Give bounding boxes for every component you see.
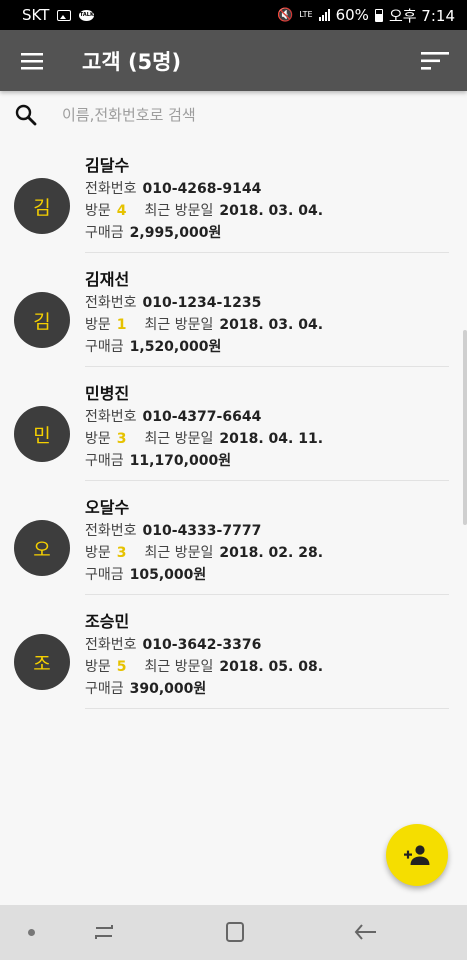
phone-number: 010-4377-6644 — [142, 409, 262, 425]
recent-visit-date: 2018. 05. 08. — [219, 659, 324, 675]
phone-number: 010-1234-1235 — [142, 295, 262, 311]
recent-visit-date: 2018. 04. 11. — [219, 431, 324, 447]
kakaotalk-notification-icon: TALK — [79, 9, 95, 21]
mute-icon: 🔇 — [277, 7, 294, 23]
customer-info: 김달수 전화번호 010-4268-9144 방문 4 최근 방문일 2018. 03.… — [85, 154, 323, 244]
customer-item[interactable]: 오 오달수 전화번호 010-4333-7777 방문 3 최근 방문일 2018. 0… — [0, 481, 467, 595]
purchase-amount: 390,000원 — [129, 681, 207, 697]
clock: 오후 7:14 — [388, 6, 455, 25]
visit-count: 1 — [116, 317, 127, 333]
back-icon[interactable] — [352, 919, 380, 945]
scrollbar[interactable] — [463, 330, 467, 525]
customer-info: 오달수 전화번호 010-4333-7777 방문 3 최근 방문일 2018. 02.… — [85, 496, 323, 586]
nav-dot-indicator[interactable] — [28, 929, 35, 936]
visits-label: 방문 — [85, 431, 111, 447]
visit-count: 3 — [116, 545, 127, 561]
system-nav-bar — [0, 905, 467, 960]
visits-label: 방문 — [85, 659, 111, 675]
customer-info: 김재선 전화번호 010-1234-1235 방문 1 최근 방문일 2018. 03.… — [85, 268, 323, 358]
recent-visit-label: 최근 방문일 — [144, 203, 214, 219]
add-person-icon — [404, 845, 430, 865]
purchase-label: 구매금 — [85, 567, 124, 583]
customer-info: 민병진 전화번호 010-4377-6644 방문 3 최근 방문일 2018. 04.… — [85, 382, 323, 472]
recent-visit-date: 2018. 02. 28. — [219, 545, 324, 561]
customer-info: 조승민 전화번호 010-3642-3376 방문 5 최근 방문일 2018. 05.… — [85, 610, 323, 700]
status-bar: SKT TALK 🔇 LTE 60% 오후 7:14 — [0, 0, 467, 30]
purchase-amount: 2,995,000원 — [129, 225, 222, 241]
purchase-label: 구매금 — [85, 681, 124, 697]
battery-icon — [374, 8, 383, 22]
recent-visit-label: 최근 방문일 — [144, 659, 214, 675]
sort-button[interactable] — [403, 30, 467, 91]
purchase-label: 구매금 — [85, 453, 124, 469]
customer-name: 민병진 — [85, 384, 130, 403]
hamburger-menu-icon — [21, 52, 43, 69]
purchase-label: 구매금 — [85, 225, 124, 241]
visit-count: 5 — [116, 659, 127, 675]
phone-number: 010-4268-9144 — [142, 181, 262, 197]
phone-number: 010-3642-3376 — [142, 637, 262, 653]
purchase-amount: 1,520,000원 — [129, 339, 222, 355]
phone-label: 전화번호 — [85, 295, 137, 311]
recent-visit-date: 2018. 03. 04. — [219, 317, 324, 333]
network-type-label: LTE — [299, 10, 313, 19]
phone-label: 전화번호 — [85, 181, 137, 197]
sort-icon — [421, 51, 449, 70]
avatar: 민 — [14, 406, 70, 462]
phone-label: 전화번호 — [85, 523, 137, 539]
purchase-amount: 105,000원 — [129, 567, 207, 583]
recent-visit-date: 2018. 03. 04. — [219, 203, 324, 219]
customer-name: 김재선 — [85, 270, 130, 289]
gallery-notification-icon — [57, 9, 72, 21]
menu-button[interactable] — [0, 30, 64, 91]
customer-name: 조승민 — [85, 612, 130, 631]
home-icon[interactable] — [222, 919, 248, 945]
purchase-amount: 11,170,000원 — [129, 453, 232, 469]
avatar: 조 — [14, 634, 70, 690]
recent-visit-label: 최근 방문일 — [144, 431, 214, 447]
carrier-label: SKT — [22, 6, 50, 24]
signal-icon — [318, 9, 330, 21]
divider — [85, 708, 449, 709]
recent-apps-icon[interactable] — [88, 919, 120, 945]
customer-item[interactable]: 김 김달수 전화번호 010-4268-9144 방문 4 최근 방문일 2018. 0… — [0, 139, 467, 253]
search-bar — [0, 91, 467, 139]
phone-number: 010-4333-7777 — [142, 523, 262, 539]
customer-item[interactable]: 조 조승민 전화번호 010-3642-3376 방문 5 최근 방문일 2018. 0… — [0, 595, 467, 709]
search-input[interactable] — [60, 105, 444, 125]
customer-name: 김달수 — [85, 156, 130, 175]
phone-label: 전화번호 — [85, 409, 137, 425]
customer-item[interactable]: 민 민병진 전화번호 010-4377-6644 방문 3 최근 방문일 2018. 0… — [0, 367, 467, 481]
visit-count: 4 — [116, 203, 127, 219]
page-title: 고객 (5명) — [82, 49, 182, 74]
phone-label: 전화번호 — [85, 637, 137, 653]
recent-visit-label: 최근 방문일 — [144, 317, 214, 333]
visits-label: 방문 — [85, 317, 111, 333]
avatar: 오 — [14, 520, 70, 576]
search-icon[interactable] — [14, 103, 54, 127]
battery-percent: 60% — [335, 6, 369, 24]
app-bar: 고객 (5명) — [0, 30, 467, 91]
avatar: 김 — [14, 292, 70, 348]
customer-list: 김 김달수 전화번호 010-4268-9144 방문 4 최근 방문일 2018. 0… — [0, 139, 467, 709]
recent-visit-label: 최근 방문일 — [144, 545, 214, 561]
customer-item[interactable]: 김 김재선 전화번호 010-1234-1235 방문 1 최근 방문일 2018. 0… — [0, 253, 467, 367]
customer-name: 오달수 — [85, 498, 130, 517]
add-customer-button[interactable] — [386, 824, 448, 886]
avatar: 김 — [14, 178, 70, 234]
visits-label: 방문 — [85, 545, 111, 561]
purchase-label: 구매금 — [85, 339, 124, 355]
visit-count: 3 — [116, 431, 127, 447]
visits-label: 방문 — [85, 203, 111, 219]
